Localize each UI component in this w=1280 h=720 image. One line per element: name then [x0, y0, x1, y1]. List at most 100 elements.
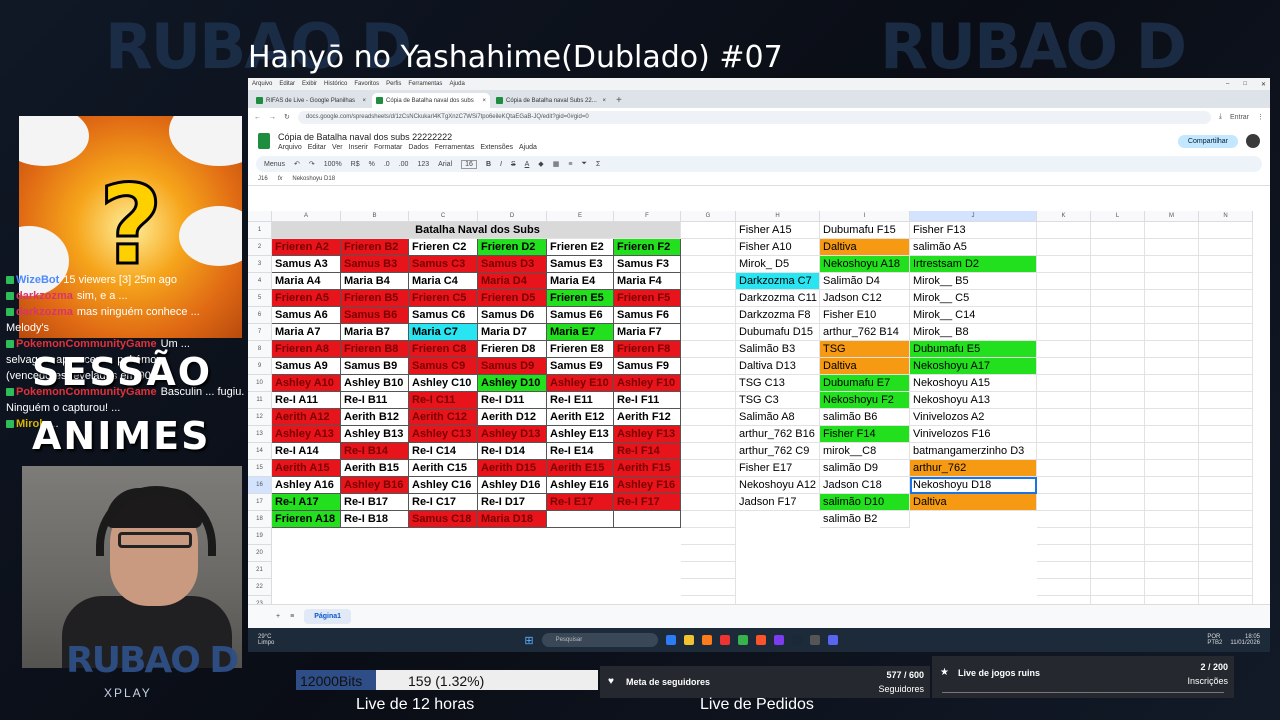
board-cell[interactable]: Re-I A17: [272, 494, 341, 511]
empty-cell[interactable]: [1199, 426, 1253, 443]
fill-color-icon[interactable]: ◆: [538, 160, 543, 168]
board-cell[interactable]: Frieren B5: [341, 290, 409, 307]
board-cell[interactable]: Re-I A11: [272, 392, 341, 409]
column-header[interactable]: H: [736, 211, 820, 222]
board-cell[interactable]: Frieren C5: [409, 290, 478, 307]
empty-cell[interactable]: [1145, 460, 1199, 477]
menu-item[interactable]: Ferramentas: [435, 144, 475, 151]
board-cell[interactable]: Samus A3: [272, 256, 341, 273]
empty-cell[interactable]: [1037, 579, 1091, 596]
list-cell[interactable]: batmangamerzinho D3: [910, 443, 1037, 460]
empty-cell[interactable]: [1199, 273, 1253, 290]
row-header[interactable]: 13: [248, 426, 272, 443]
board-cell[interactable]: Ashley A13: [272, 426, 341, 443]
close-icon[interactable]: ×: [602, 98, 606, 104]
board-cell[interactable]: Samus A6: [272, 307, 341, 324]
list-cell[interactable]: salimão A5: [910, 239, 1037, 256]
list-cell[interactable]: Jadson C12: [820, 290, 910, 307]
brave-icon[interactable]: [755, 635, 766, 645]
row-header[interactable]: 3: [248, 256, 272, 273]
board-cell[interactable]: Aerith C12: [409, 409, 478, 426]
empty-cell[interactable]: [1091, 511, 1145, 528]
empty-cell[interactable]: [1145, 596, 1199, 604]
board-cell[interactable]: Frieren B8: [341, 341, 409, 358]
lang-indicator[interactable]: POR PTB2: [1207, 634, 1222, 646]
list-cell[interactable]: Dubumafu F15: [820, 222, 910, 239]
empty-cell[interactable]: [681, 579, 736, 596]
empty-cell[interactable]: [1145, 307, 1199, 324]
board-cell[interactable]: Ashley B13: [341, 426, 409, 443]
board-cell[interactable]: Re-I E11: [547, 392, 614, 409]
empty-cell[interactable]: [1199, 307, 1253, 324]
board-cell[interactable]: Maria E7: [547, 324, 614, 341]
empty-cell[interactable]: [1037, 494, 1091, 511]
start-icon[interactable]: ⊞: [524, 634, 533, 647]
selected-cell[interactable]: Nekoshoyu D18: [910, 477, 1037, 494]
strikethrough-icon[interactable]: S: [511, 161, 516, 168]
empty-cell[interactable]: [1199, 375, 1253, 392]
board-cell[interactable]: Samus F3: [614, 256, 681, 273]
board-cell[interactable]: Ashley A16: [272, 477, 341, 494]
empty-cell[interactable]: [1091, 596, 1145, 604]
empty-cell[interactable]: [1145, 392, 1199, 409]
new-tab-icon[interactable]: +: [616, 95, 622, 106]
board-cell[interactable]: Ashley D16: [478, 477, 547, 494]
empty-cell[interactable]: [681, 256, 736, 273]
list-cell[interactable]: Irtrestsam D2: [910, 256, 1037, 273]
board-cell[interactable]: Maria B4: [341, 273, 409, 290]
board-cell[interactable]: Maria C7: [409, 324, 478, 341]
list-cell[interactable]: Dubumafu E7: [820, 375, 910, 392]
list-cell[interactable]: Darkzozma C11: [736, 290, 820, 307]
empty-cell[interactable]: [1199, 477, 1253, 494]
board-cell[interactable]: Frieren A5: [272, 290, 341, 307]
board-cell[interactable]: Ashley C10: [409, 375, 478, 392]
obs-icon[interactable]: [809, 635, 820, 645]
board-cell[interactable]: Samus A9: [272, 358, 341, 375]
empty-cell[interactable]: [1091, 426, 1145, 443]
board-cell[interactable]: Frieren C8: [409, 341, 478, 358]
board-cell[interactable]: Samus B6: [341, 307, 409, 324]
sheet-tab[interactable]: Página1: [304, 609, 352, 624]
empty-cell[interactable]: [1037, 596, 1091, 604]
board-cell[interactable]: Samus E9: [547, 358, 614, 375]
empty-cell[interactable]: [1145, 290, 1199, 307]
row-header[interactable]: 19: [248, 528, 272, 545]
board-cell[interactable]: Re-I E14: [547, 443, 614, 460]
board-cell[interactable]: Ashley C13: [409, 426, 478, 443]
empty-cell[interactable]: [681, 222, 736, 239]
list-cell[interactable]: Dubumafu D15: [736, 324, 820, 341]
board-cell[interactable]: Frieren A8: [272, 341, 341, 358]
list-cell[interactable]: Darkzozma F8: [736, 307, 820, 324]
board-cell[interactable]: Ashley F10: [614, 375, 681, 392]
board-cell[interactable]: Samus C3: [409, 256, 478, 273]
column-header[interactable]: E: [547, 211, 614, 222]
board-cell[interactable]: Re-I C17: [409, 494, 478, 511]
board-cell[interactable]: Frieren D8: [478, 341, 547, 358]
empty-cell[interactable]: [1199, 562, 1253, 579]
board-cell[interactable]: Maria D18: [478, 511, 547, 528]
list-cell[interactable]: Fisher E17: [736, 460, 820, 477]
empty-cell[interactable]: [1145, 239, 1199, 256]
currency-button[interactable]: R$: [351, 161, 360, 168]
empty-cell[interactable]: [681, 409, 736, 426]
board-cell[interactable]: Ashley E13: [547, 426, 614, 443]
empty-cell[interactable]: [681, 511, 736, 528]
empty-cell[interactable]: [1091, 290, 1145, 307]
list-cell[interactable]: arthur_762 B14: [820, 324, 910, 341]
menu-dots-icon[interactable]: ⋮: [1257, 113, 1264, 121]
row-header[interactable]: 4: [248, 273, 272, 290]
board-cell[interactable]: Frieren A2: [272, 239, 341, 256]
board-cell[interactable]: Frieren C2: [409, 239, 478, 256]
board-cell[interactable]: Samus C18: [409, 511, 478, 528]
empty-cell[interactable]: [1091, 375, 1145, 392]
empty-cell[interactable]: [1091, 392, 1145, 409]
board-cell[interactable]: Samus B9: [341, 358, 409, 375]
empty-cell[interactable]: [681, 477, 736, 494]
empty-cell[interactable]: [681, 239, 736, 256]
board-cell[interactable]: Aerith C15: [409, 460, 478, 477]
forward-icon[interactable]: →: [269, 114, 276, 121]
empty-cell[interactable]: [1145, 324, 1199, 341]
board-cell[interactable]: Frieren F8: [614, 341, 681, 358]
empty-cell[interactable]: [681, 358, 736, 375]
empty-cell[interactable]: [1037, 528, 1091, 545]
